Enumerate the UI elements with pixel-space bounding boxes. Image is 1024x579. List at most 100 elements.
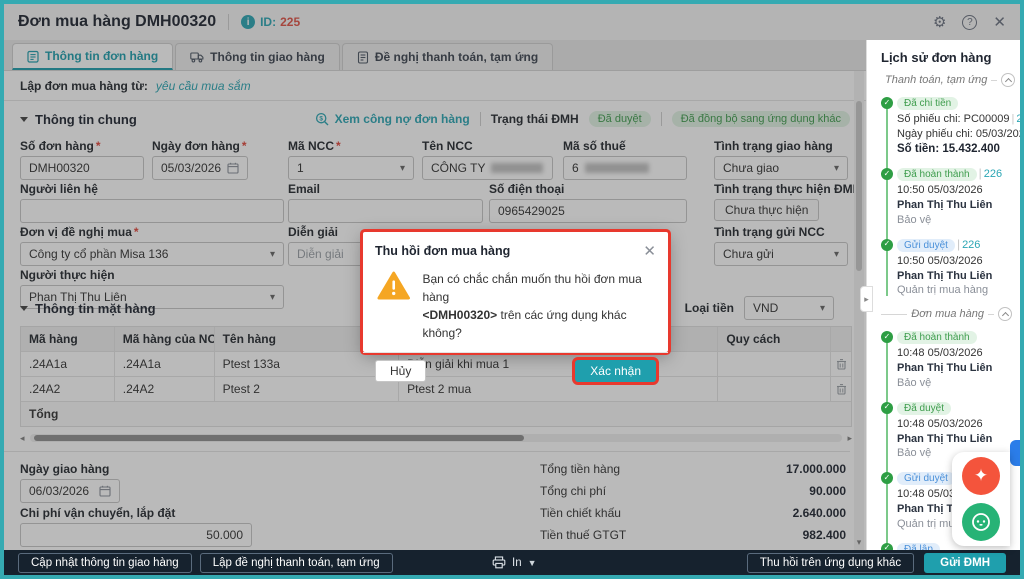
field-label: Đơn vị đề nghị mua * xyxy=(20,225,139,239)
calendar-icon[interactable] xyxy=(99,485,111,497)
tab-label: Thông tin giao hàng xyxy=(210,50,325,64)
timeline-payment: Đã chi tiền ✓Số phiếu chi: PC00009|226 N… xyxy=(881,95,1020,299)
update-delivery-button[interactable]: Cập nhật thông tin giao hàng xyxy=(18,552,192,573)
section-title: Thông tin mặt hàng xyxy=(35,300,156,316)
check-icon: ✓ xyxy=(881,168,893,181)
history-badge: Gửi duyệt xyxy=(897,238,955,252)
scroll-right-icon[interactable]: ▸ xyxy=(842,433,852,444)
feedback-tab[interactable] xyxy=(1010,440,1020,466)
collapse-caret-icon[interactable] xyxy=(20,305,28,311)
contact-person-input[interactable] xyxy=(20,199,284,223)
tax-code-input[interactable]: 6 xyxy=(563,156,687,180)
scrollbar-thumb[interactable] xyxy=(34,435,524,441)
delivery-date-input[interactable]: 06/03/2026 xyxy=(20,479,120,503)
field-label: Số đơn hàng * xyxy=(20,139,101,153)
svg-text:$: $ xyxy=(319,115,323,122)
assistant-widget: ✦ xyxy=(952,452,1010,546)
history-entry: Đã chi tiền ✓Số phiếu chi: PC00009|226 N… xyxy=(881,95,1020,157)
total-row: Tổng tiền hàng 17.000.000 xyxy=(540,462,846,476)
close-icon[interactable]: ✕ xyxy=(993,13,1006,31)
col-header[interactable]: Mã hàng của NCC xyxy=(115,327,215,351)
help-icon[interactable]: ? xyxy=(962,14,978,30)
field-label: Người thực hiện xyxy=(20,268,115,282)
delivery-cost-section: Ngày giao hàng 06/03/2026 Chi phí vận ch… xyxy=(4,451,850,550)
tab-label: Thông tin đơn hàng xyxy=(45,49,159,63)
calendar-icon[interactable] xyxy=(227,162,239,174)
collapse-group-icon[interactable] xyxy=(1001,73,1016,87)
history-title: Lịch sử đơn hàng xyxy=(881,50,992,65)
printer-icon xyxy=(492,556,506,569)
field-label: Tình trạng gửi NCC xyxy=(714,225,825,239)
collapse-group-icon[interactable] xyxy=(998,307,1012,322)
col-header[interactable]: Mã hàng xyxy=(21,327,115,351)
ai-sparkle-button[interactable]: ✦ xyxy=(962,457,1000,495)
general-section-header: Thông tin chung $ Xem công nợ đơn hàng T… xyxy=(4,101,866,133)
field-label: Số điện thoại xyxy=(489,182,565,196)
page-title: Đơn mua hàng DMH00320 xyxy=(18,13,217,30)
field-label: Email xyxy=(288,182,321,196)
send-order-button[interactable]: Gửi ĐMH xyxy=(924,552,1006,573)
tab-payment-request[interactable]: Đề nghị thanh toán, tạm ứng xyxy=(341,43,554,70)
trash-icon[interactable] xyxy=(836,383,847,395)
scroll-down-icon[interactable]: ▾ xyxy=(854,537,864,548)
tab-bar: Thông tin đơn hàng Thông tin giao hàng Đ… xyxy=(4,40,866,71)
field-label: Mã số thuế xyxy=(563,139,626,153)
trash-icon[interactable] xyxy=(836,358,847,370)
tab-order-info[interactable]: Thông tin đơn hàng xyxy=(12,43,174,70)
origin-label: Lập đơn mua hàng từ: xyxy=(20,78,148,93)
supplier-code-select[interactable]: 1 ▾ xyxy=(288,156,414,180)
recall-other-apps-button[interactable]: Thu hồi trên ứng dụng khác xyxy=(746,552,915,573)
scroll-left-icon[interactable]: ◂ xyxy=(20,433,30,444)
divider xyxy=(228,14,230,30)
section-title: Thông tin chung xyxy=(35,111,137,127)
history-badge: Gửi duyệt xyxy=(897,472,955,486)
truck-icon xyxy=(190,52,204,63)
warning-icon xyxy=(377,271,410,300)
field-label: Mã NCC * xyxy=(288,139,341,153)
confirm-button[interactable]: Xác nhận xyxy=(575,360,656,382)
clipboard-icon xyxy=(27,50,39,63)
total-row: Tiền chiết khấu 2.640.000 xyxy=(540,506,846,520)
history-entry: Gửi duyệt | 226 ✓ 10:50 05/03/2026 Phan Thị… xyxy=(881,237,1012,299)
total-row: Tiền thuế GTGT 982.400 xyxy=(540,528,846,542)
close-icon[interactable]: ✕ xyxy=(643,242,656,260)
history-entry: Đã hoàn thành | 226 ✓ 10:50 05/03/2026 Phan… xyxy=(881,166,1012,228)
chat-bot-button[interactable] xyxy=(962,503,1000,541)
divider xyxy=(479,112,481,126)
chevron-down-icon[interactable]: ▼ xyxy=(528,558,537,568)
history-badge: Đã duyệt xyxy=(897,401,952,415)
email-input[interactable] xyxy=(288,199,483,223)
check-icon: ✓ xyxy=(881,97,893,109)
record-link[interactable]: 226 xyxy=(962,239,980,251)
supplier-name-input[interactable]: CÔNG TY xyxy=(422,156,553,180)
print-button[interactable]: In ▼ xyxy=(492,556,537,569)
phone-input[interactable]: 0965429025 xyxy=(489,199,687,223)
origin-row: Lập đơn mua hàng từ: yêu cầu mua sắm xyxy=(4,71,866,101)
origin-link[interactable]: yêu cầu mua sắm xyxy=(156,79,251,93)
field-label: Ngày đơn hàng * xyxy=(152,139,247,153)
divider xyxy=(660,112,662,126)
gear-icon[interactable]: ⚙ xyxy=(933,13,946,31)
requesting-unit-select[interactable]: Công ty cổ phần Misa 136 ▾ xyxy=(20,242,284,266)
create-payment-request-button[interactable]: Lập đề nghị thanh toán, tạm ứng xyxy=(199,552,393,573)
collapse-caret-icon[interactable] xyxy=(20,116,28,122)
scrollbar-thumb[interactable] xyxy=(856,101,862,271)
record-link[interactable]: 226 xyxy=(984,168,1002,180)
tab-delivery-info[interactable]: Thông tin giao hàng xyxy=(175,43,340,70)
send-supplier-status-select[interactable]: Chưa gửi ▾ xyxy=(714,242,848,266)
cancel-button[interactable]: Hủy xyxy=(375,360,427,382)
shipping-cost-input[interactable]: 50.000 xyxy=(20,523,252,547)
check-icon: ✓ xyxy=(881,401,893,414)
view-debt-link[interactable]: $ Xem công nợ đơn hàng xyxy=(315,112,470,127)
status-label: Trạng thái ĐMH xyxy=(490,112,579,126)
history-badge: Đã hoàn thành xyxy=(897,168,977,182)
order-number-input[interactable]: DMH00320 xyxy=(20,156,144,180)
record-link[interactable]: 226 xyxy=(1016,113,1020,125)
col-header[interactable]: Quy cách xyxy=(718,327,832,351)
order-date-input[interactable]: 05/03/2026 xyxy=(152,156,248,180)
sidebar-collapse-handle[interactable]: ▸ xyxy=(860,286,873,312)
horizontal-scrollbar[interactable]: ◂ ▸ xyxy=(20,433,852,443)
redacted-text xyxy=(491,163,544,173)
delivery-status-select[interactable]: Chưa giao ▾ xyxy=(714,156,848,180)
currency-select[interactable]: VND ▾ xyxy=(744,296,834,320)
